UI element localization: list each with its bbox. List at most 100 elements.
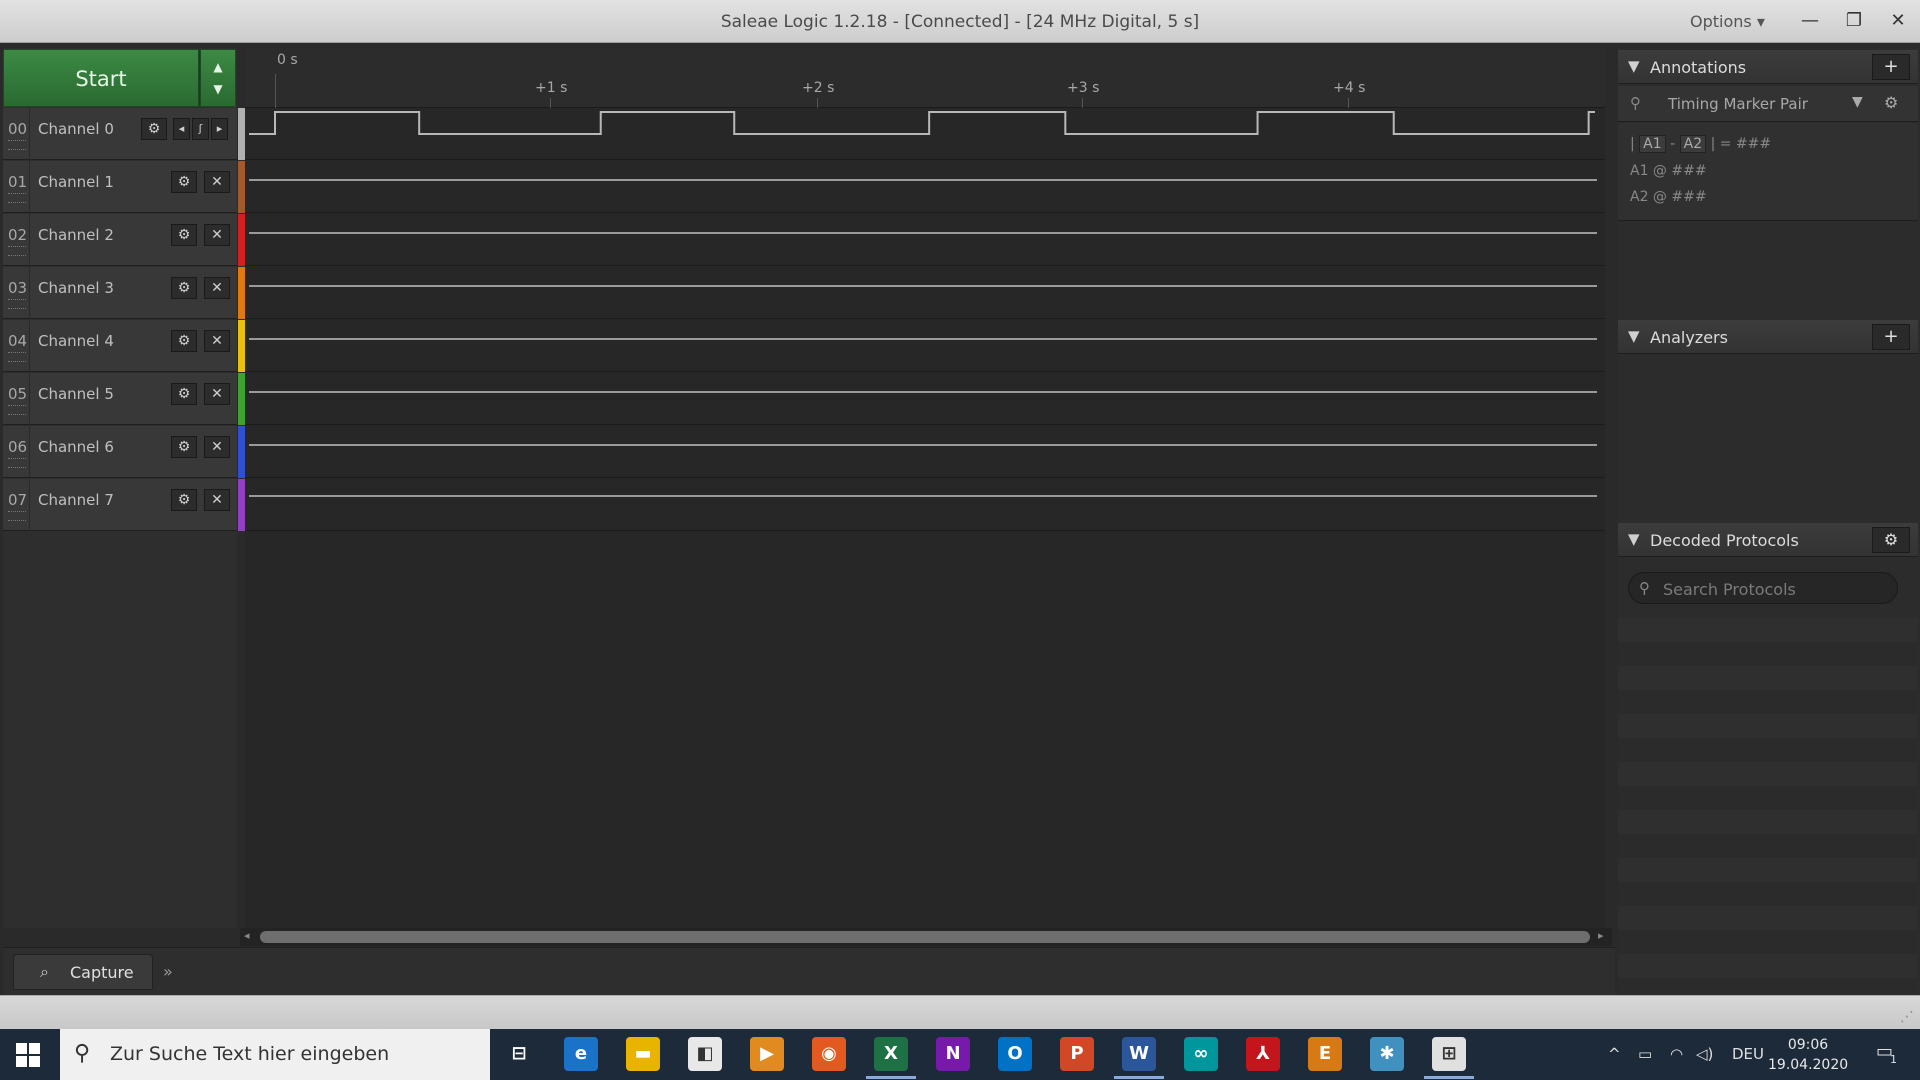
gear-icon[interactable]: ⚙ bbox=[141, 118, 167, 140]
channel-name[interactable]: Channel 0 bbox=[38, 120, 114, 138]
drag-grip-icon[interactable] bbox=[8, 352, 26, 362]
drag-grip-icon[interactable] bbox=[8, 299, 26, 309]
channel-name[interactable]: Channel 2 bbox=[38, 226, 114, 244]
channel-name[interactable]: Channel 4 bbox=[38, 332, 114, 350]
restore-button[interactable]: ❐ bbox=[1834, 6, 1874, 36]
annotations-header[interactable]: ▼ Annotations + bbox=[1618, 50, 1918, 84]
gear-icon[interactable]: ⚙ bbox=[171, 330, 197, 352]
collapse-icon[interactable]: ▼ bbox=[1628, 530, 1640, 548]
windows-start-icon[interactable] bbox=[16, 1043, 40, 1067]
taskbar-search-box[interactable]: ⚲ Zur Suche Text hier eingeben bbox=[60, 1029, 490, 1080]
close-button[interactable]: ✕ bbox=[1878, 6, 1918, 36]
close-icon[interactable]: ✕ bbox=[204, 171, 230, 193]
scrollbar-thumb[interactable] bbox=[260, 931, 1590, 943]
gear-icon[interactable]: ⚙ bbox=[171, 383, 197, 405]
language-indicator[interactable]: DEU bbox=[1732, 1045, 1764, 1063]
close-icon[interactable]: ✕ bbox=[204, 436, 230, 458]
trigger-edge-icon[interactable]: ʃ bbox=[192, 118, 209, 140]
expand-tabs-icon[interactable]: » bbox=[163, 962, 173, 981]
task-view-icon[interactable]: ⊟ bbox=[502, 1037, 536, 1071]
drag-grip-icon[interactable] bbox=[8, 511, 26, 521]
outlook-icon[interactable]: O bbox=[998, 1037, 1032, 1071]
wave-row-2[interactable] bbox=[245, 214, 1605, 266]
excel-icon[interactable]: X bbox=[874, 1037, 908, 1071]
collapse-icon[interactable]: ▼ bbox=[1628, 57, 1640, 75]
minimize-button[interactable]: — bbox=[1790, 6, 1830, 36]
start-options-button[interactable]: ▲ ▼ bbox=[200, 49, 236, 107]
logic-icon[interactable]: ⊞ bbox=[1432, 1037, 1466, 1071]
channel-name[interactable]: Channel 7 bbox=[38, 491, 114, 509]
drag-grip-icon[interactable] bbox=[8, 193, 26, 203]
decoded-protocols-header[interactable]: ▼ Decoded Protocols ⚙ bbox=[1618, 523, 1918, 557]
channel-row-4[interactable]: 04 Channel 4 ⚙ ✕ bbox=[3, 320, 237, 372]
gear-icon[interactable]: ⚙ bbox=[171, 171, 197, 193]
gear-icon[interactable]: ⚙ bbox=[1884, 93, 1898, 112]
search-protocols-input[interactable]: Search Protocols bbox=[1663, 580, 1796, 599]
channel-row-7[interactable]: 07 Channel 7 ⚙ ✕ bbox=[3, 479, 237, 531]
drag-grip-icon[interactable] bbox=[8, 246, 26, 256]
horizontal-scrollbar[interactable]: ◂ ▸ bbox=[240, 928, 1612, 946]
close-icon[interactable]: ✕ bbox=[204, 224, 230, 246]
wifi-icon[interactable]: ◠ bbox=[1670, 1045, 1683, 1063]
close-icon[interactable]: ✕ bbox=[204, 277, 230, 299]
arduino-icon[interactable]: ∞ bbox=[1184, 1037, 1218, 1071]
wave-row-5[interactable] bbox=[245, 373, 1605, 425]
start-button[interactable]: Start bbox=[3, 49, 199, 107]
drag-grip-icon[interactable] bbox=[8, 458, 26, 468]
collapse-icon[interactable]: ▼ bbox=[1628, 327, 1640, 345]
channel-row-5[interactable]: 05 Channel 5 ⚙ ✕ bbox=[3, 373, 237, 425]
wave-row-7[interactable] bbox=[245, 479, 1605, 531]
channel-row-3[interactable]: 03 Channel 3 ⚙ ✕ bbox=[3, 267, 237, 319]
decoded-protocols-list[interactable] bbox=[1618, 618, 1918, 995]
gear-icon[interactable]: ⚙ bbox=[171, 277, 197, 299]
firefox-icon[interactable]: ◉ bbox=[812, 1037, 846, 1071]
onenote-icon[interactable]: N bbox=[936, 1037, 970, 1071]
marker-a1-badge[interactable]: A1 bbox=[1639, 135, 1666, 153]
close-icon[interactable]: ✕ bbox=[204, 383, 230, 405]
acrobat-icon[interactable]: ⅄ bbox=[1246, 1037, 1280, 1071]
channel-name[interactable]: Channel 3 bbox=[38, 279, 114, 297]
timing-marker-pair-row[interactable]: ⚲ Timing Marker Pair ▼ ⚙ bbox=[1618, 86, 1918, 122]
drag-grip-icon[interactable] bbox=[8, 140, 26, 150]
decoded-settings-button[interactable]: ⚙ bbox=[1872, 527, 1910, 553]
options-menu[interactable]: Options ▾ bbox=[1690, 12, 1765, 31]
taskbar-search-input[interactable]: Zur Suche Text hier eingeben bbox=[110, 1043, 389, 1065]
add-analyzer-button[interactable]: + bbox=[1872, 324, 1910, 350]
tray-chevron-icon[interactable]: ^ bbox=[1608, 1045, 1621, 1063]
settings-app-icon[interactable]: ✱ bbox=[1370, 1037, 1404, 1071]
channel-row-2[interactable]: 02 Channel 2 ⚙ ✕ bbox=[3, 214, 237, 266]
gear-icon[interactable]: ⚙ bbox=[171, 436, 197, 458]
battery-icon[interactable]: ▭ bbox=[1638, 1045, 1652, 1063]
wave-row-4[interactable] bbox=[245, 320, 1605, 372]
word-icon[interactable]: W bbox=[1122, 1037, 1156, 1071]
channel-name[interactable]: Channel 5 bbox=[38, 385, 114, 403]
media-icon[interactable]: ▶ bbox=[750, 1037, 784, 1071]
channel-name[interactable]: Channel 1 bbox=[38, 173, 114, 191]
search-protocols-field[interactable]: ⚲ Search Protocols bbox=[1628, 572, 1898, 604]
wave-row-6[interactable] bbox=[245, 426, 1605, 478]
marker-a2-badge[interactable]: A2 bbox=[1679, 135, 1707, 153]
time-ruler[interactable]: 0 s +1 s +2 s +3 s +4 s bbox=[245, 48, 1605, 108]
scroll-left-icon[interactable]: ◂ bbox=[244, 929, 250, 942]
pin-icon[interactable]: ⚲ bbox=[1630, 94, 1641, 112]
powerpoint-icon[interactable]: P bbox=[1060, 1037, 1094, 1071]
channel-row-0[interactable]: 00 Channel 0 ⚙ ◂ ʃ ▸ bbox=[3, 108, 237, 160]
scroll-right-icon[interactable]: ▸ bbox=[1598, 929, 1604, 942]
analyzers-header[interactable]: ▼ Analyzers + bbox=[1618, 320, 1918, 354]
channel-name[interactable]: Channel 6 bbox=[38, 438, 114, 456]
close-icon[interactable]: ✕ bbox=[204, 330, 230, 352]
drag-grip-icon[interactable] bbox=[8, 405, 26, 415]
capture-tab[interactable]: ⌕ Capture bbox=[13, 954, 153, 990]
prev-edge-icon[interactable]: ◂ bbox=[173, 118, 190, 140]
next-edge-icon[interactable]: ▸ bbox=[211, 118, 228, 140]
edge-icon[interactable]: e bbox=[564, 1037, 598, 1071]
dropdown-icon[interactable]: ▼ bbox=[1852, 94, 1863, 110]
resize-grip-icon[interactable]: ⋰ bbox=[1900, 1009, 1914, 1025]
gear-icon[interactable]: ⚙ bbox=[171, 489, 197, 511]
explorer-icon[interactable]: ▬ bbox=[626, 1037, 660, 1071]
wave-row-1[interactable] bbox=[245, 161, 1605, 213]
channel-row-1[interactable]: 01 Channel 1 ⚙ ✕ bbox=[3, 161, 237, 213]
channel-row-6[interactable]: 06 Channel 6 ⚙ ✕ bbox=[3, 426, 237, 478]
store-icon[interactable]: ◧ bbox=[688, 1037, 722, 1071]
eagle-icon[interactable]: E bbox=[1308, 1037, 1342, 1071]
